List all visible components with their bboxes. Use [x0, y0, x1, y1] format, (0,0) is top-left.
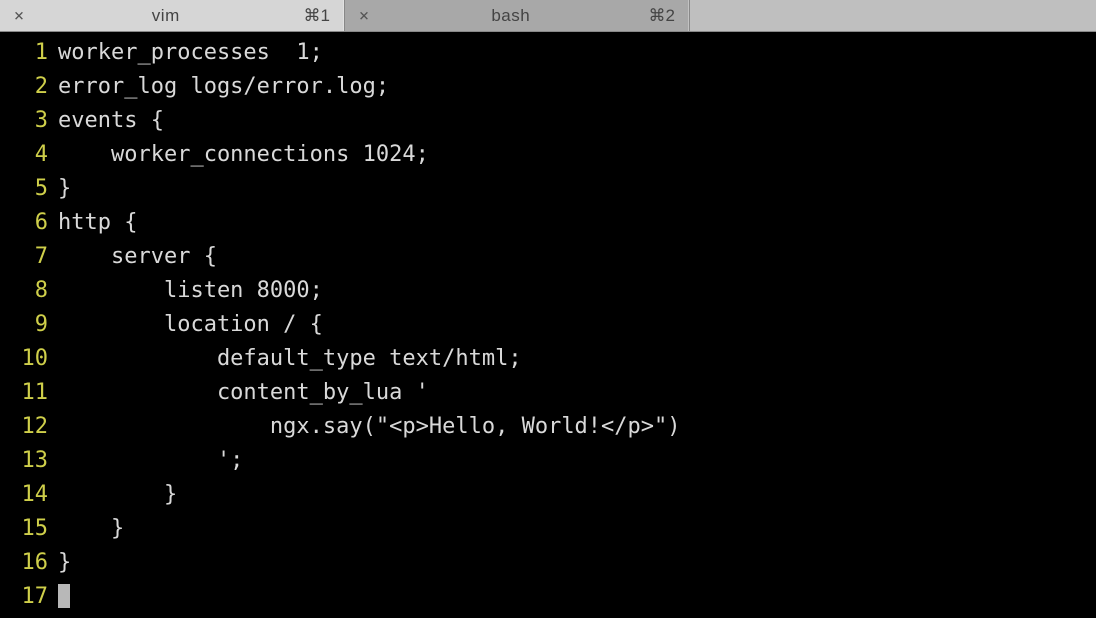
cursor	[58, 584, 70, 608]
line-number: 2	[0, 70, 58, 104]
editor-line[interactable]: 10 default_type text/html;	[0, 342, 1096, 376]
code-text: }	[58, 172, 71, 206]
editor-line[interactable]: 9 location / {	[0, 308, 1096, 342]
tab-bar-filler	[690, 0, 1096, 31]
code-text: }	[58, 546, 71, 580]
code-text: }	[58, 512, 124, 546]
tab-shortcut: ⌘1	[304, 6, 330, 26]
code-text: error_log logs/error.log;	[58, 70, 389, 104]
editor[interactable]: 1worker_processes 1;2error_log logs/erro…	[0, 32, 1096, 614]
line-number: 13	[0, 444, 58, 478]
code-text: events {	[58, 104, 164, 138]
code-text: ';	[58, 444, 243, 478]
line-number: 8	[0, 274, 58, 308]
line-number: 7	[0, 240, 58, 274]
code-text: default_type text/html;	[58, 342, 522, 376]
code-text: worker_connections 1024;	[58, 138, 429, 172]
line-number: 5	[0, 172, 58, 206]
tab-vim[interactable]: × vim ⌘1	[0, 0, 345, 31]
line-number: 3	[0, 104, 58, 138]
tab-shortcut: ⌘2	[649, 6, 675, 26]
tab-bar: × vim ⌘1 × bash ⌘2	[0, 0, 1096, 32]
editor-line[interactable]: 1worker_processes 1;	[0, 36, 1096, 70]
editor-line[interactable]: 14 }	[0, 478, 1096, 512]
editor-line[interactable]: 8 listen 8000;	[0, 274, 1096, 308]
line-number: 11	[0, 376, 58, 410]
line-number: 1	[0, 36, 58, 70]
line-number: 4	[0, 138, 58, 172]
code-text: listen 8000;	[58, 274, 323, 308]
editor-line[interactable]: 6http {	[0, 206, 1096, 240]
editor-line[interactable]: 11 content_by_lua '	[0, 376, 1096, 410]
line-number: 6	[0, 206, 58, 240]
editor-line[interactable]: 13 ';	[0, 444, 1096, 478]
editor-line[interactable]: 3events {	[0, 104, 1096, 138]
editor-line[interactable]: 4 worker_connections 1024;	[0, 138, 1096, 172]
line-number: 16	[0, 546, 58, 580]
code-text: worker_processes 1;	[58, 36, 323, 70]
editor-line[interactable]: 15 }	[0, 512, 1096, 546]
editor-line[interactable]: 5}	[0, 172, 1096, 206]
line-number: 10	[0, 342, 58, 376]
editor-line[interactable]: 12 ngx.say("<p>Hello, World!</p>")	[0, 410, 1096, 444]
code-text: http {	[58, 206, 137, 240]
code-text: content_by_lua '	[58, 376, 429, 410]
editor-line[interactable]: 2error_log logs/error.log;	[0, 70, 1096, 104]
line-number: 14	[0, 478, 58, 512]
close-icon[interactable]: ×	[355, 6, 373, 26]
code-text: }	[58, 478, 177, 512]
line-number: 17	[0, 580, 58, 614]
tab-bash[interactable]: × bash ⌘2	[345, 0, 690, 31]
line-number: 9	[0, 308, 58, 342]
tab-title: bash	[491, 6, 530, 26]
editor-line[interactable]: 7 server {	[0, 240, 1096, 274]
tab-title: vim	[152, 6, 180, 26]
line-number: 15	[0, 512, 58, 546]
close-icon[interactable]: ×	[10, 6, 28, 26]
editor-line[interactable]: 17	[0, 580, 1096, 614]
editor-line[interactable]: 16}	[0, 546, 1096, 580]
line-number: 12	[0, 410, 58, 444]
code-text: server {	[58, 240, 217, 274]
code-text: location / {	[58, 308, 323, 342]
code-text: ngx.say("<p>Hello, World!</p>")	[58, 410, 681, 444]
